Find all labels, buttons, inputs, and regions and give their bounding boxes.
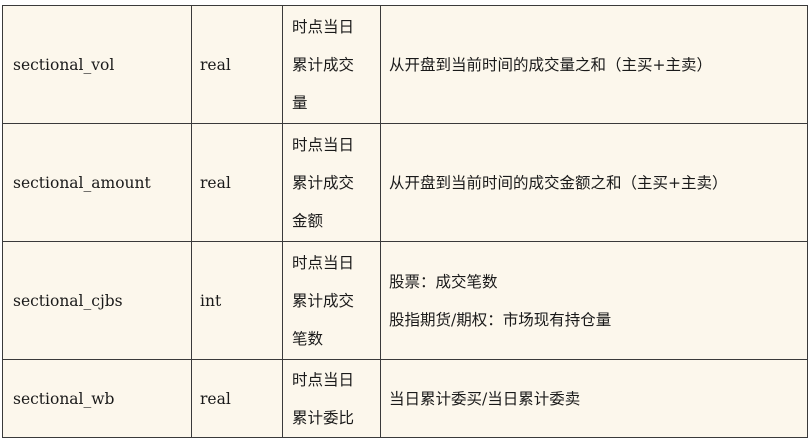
field-type-cell: real — [191, 5, 283, 124]
field-name: sectional_vol — [13, 55, 115, 74]
field-type: int — [200, 291, 222, 310]
field-description-cell: 从开盘到当前时间的成交量之和（主买+主卖） — [380, 5, 808, 124]
field-name-cell: sectional_vol — [2, 5, 192, 124]
field-description-line: 当日累计委买/当日累计委卖 — [389, 389, 581, 408]
field-type: real — [200, 173, 231, 192]
field-type-cell: int — [191, 241, 283, 360]
field-label-line: 累计成交 — [292, 291, 355, 310]
table-row: sectional_cjbs int 时点当日 累计成交 笔数 股票：成交笔数 … — [2, 241, 808, 360]
field-label-line: 量 — [292, 93, 308, 112]
field-description-cell: 从开盘到当前时间的成交金额之和（主买+主卖） — [380, 123, 808, 242]
field-label-line: 笔数 — [292, 329, 324, 348]
field-type: real — [200, 389, 231, 408]
field-label-line: 时点当日 — [292, 253, 355, 272]
field-description-line: 股指期货/期权：市场现有持仓量 — [389, 310, 612, 329]
field-name-cell: sectional_cjbs — [2, 241, 192, 360]
field-label-line: 时点当日 — [292, 135, 355, 154]
field-label-line: 金额 — [292, 211, 324, 230]
field-label-cell: 时点当日 累计成交 金额 — [282, 123, 381, 242]
field-name: sectional_wb — [13, 389, 115, 408]
field-type-cell: real — [191, 359, 283, 438]
field-description-cell: 股票：成交笔数 股指期货/期权：市场现有持仓量 — [380, 241, 808, 360]
field-name-cell: sectional_wb — [2, 359, 192, 438]
field-label-line: 累计成交 — [292, 173, 355, 192]
field-label-cell: 时点当日 累计成交 笔数 — [282, 241, 381, 360]
field-description-cell: 当日累计委买/当日累计委卖 — [380, 359, 808, 438]
field-label-cell: 时点当日 累计委比 — [282, 359, 381, 438]
field-label-cell: 时点当日 累计成交 量 — [282, 5, 381, 124]
field-label-line: 累计委比 — [292, 408, 355, 427]
field-type: real — [200, 55, 231, 74]
field-type-cell: real — [191, 123, 283, 242]
field-label-line: 时点当日 — [292, 17, 355, 36]
field-definition-table: sectional_vol real 时点当日 累计成交 量 从开盘到当前时间的… — [2, 5, 808, 438]
field-name: sectional_cjbs — [13, 291, 123, 310]
field-description-line: 股票：成交笔数 — [389, 272, 498, 291]
field-label-line: 时点当日 — [292, 370, 355, 389]
table-row: sectional_amount real 时点当日 累计成交 金额 从开盘到当… — [2, 123, 808, 242]
field-label-line: 累计成交 — [292, 55, 355, 74]
table-row: sectional_vol real 时点当日 累计成交 量 从开盘到当前时间的… — [2, 5, 808, 124]
field-name: sectional_amount — [13, 173, 151, 192]
field-description-line: 从开盘到当前时间的成交量之和（主买+主卖） — [389, 55, 712, 74]
table-row: sectional_wb real 时点当日 累计委比 当日累计委买/当日累计委… — [2, 359, 808, 438]
field-description-line: 从开盘到当前时间的成交金额之和（主买+主卖） — [389, 173, 728, 192]
field-name-cell: sectional_amount — [2, 123, 192, 242]
